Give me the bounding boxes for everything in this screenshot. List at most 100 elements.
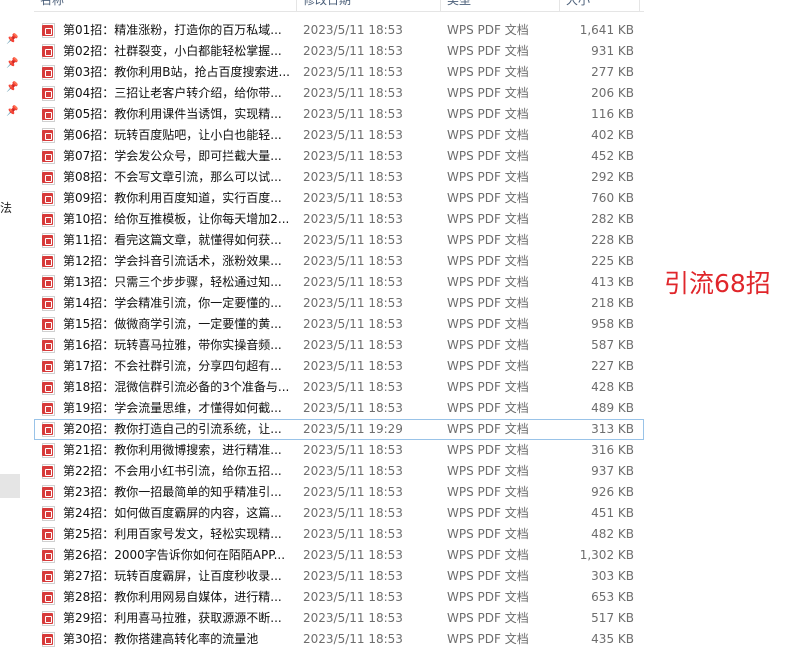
- file-name-cell[interactable]: 第22招：不会用小红书引流，给你五招...: [42, 461, 292, 482]
- file-name-cell[interactable]: 第19招：学会流量思维，才懂得如何截...: [42, 398, 292, 419]
- file-name-cell[interactable]: 第16招：玩转喜马拉雅，带你实操音频...: [42, 335, 292, 356]
- file-row[interactable]: 第30招：教你搭建高转化率的流量池 2023/5/11 18:53 WPS PDF …: [34, 629, 644, 650]
- file-row[interactable]: 第09招：教你利用百度知道，实行百度... 2023/5/11 18:53 WPS …: [34, 188, 644, 209]
- file-type: WPS PDF 文档: [447, 338, 529, 352]
- file-name-cell[interactable]: 第04招：三招让老客户转介绍，给你带...: [42, 83, 292, 104]
- column-divider[interactable]: [639, 0, 640, 11]
- file-row[interactable]: 第01招：精准涨粉，打造你的百万私域... 2023/5/11 18:53 WPS …: [34, 20, 644, 41]
- file-type: WPS PDF 文档: [447, 359, 529, 373]
- column-header-size[interactable]: 大小: [560, 0, 638, 11]
- file-name-cell[interactable]: 第06招：玩转百度贴吧，让小白也能轻...: [42, 125, 292, 146]
- file-row[interactable]: 第23招：教你一招最简单的知乎精准引... 2023/5/11 18:53 WPS …: [34, 482, 644, 503]
- file-name-cell[interactable]: 第20招：教你打造自己的引流系统，让...: [42, 419, 292, 440]
- file-name-cell[interactable]: 第28招：教你利用网易自媒体，进行精...: [42, 587, 292, 608]
- file-row[interactable]: 第19招：学会流量思维，才懂得如何截... 2023/5/11 18:53 WPS …: [34, 398, 644, 419]
- file-row[interactable]: 第21招：教你利用微博搜索，进行精准... 2023/5/11 18:53 WPS …: [34, 440, 644, 461]
- file-row[interactable]: 第07招：学会发公众号，即可拦截大量... 2023/5/11 18:53 WPS …: [34, 146, 644, 167]
- file-row[interactable]: 第28招：教你利用网易自媒体，进行精... 2023/5/11 18:53 WPS …: [34, 587, 644, 608]
- file-name-cell[interactable]: 第15招：做微商学引流，一定要懂的黄...: [42, 314, 292, 335]
- file-size: 958 KB: [591, 317, 634, 331]
- file-row[interactable]: 第14招：学会精准引流，你一定要懂的... 2023/5/11 18:53 WPS …: [34, 293, 644, 314]
- file-modified-date: 2023/5/11 18:53: [303, 380, 403, 394]
- pin-icon[interactable]: 📌: [6, 58, 18, 70]
- file-name-cell[interactable]: 第01招：精准涨粉，打造你的百万私域...: [42, 20, 292, 41]
- file-row[interactable]: 第05招：教你利用课件当诱饵，实现精... 2023/5/11 18:53 WPS …: [34, 104, 644, 125]
- file-name-cell[interactable]: 第18招：混微信群引流必备的3个准备与...: [42, 377, 292, 398]
- file-row[interactable]: 第25招：利用百家号发文，轻松实现精... 2023/5/11 18:53 WPS …: [34, 524, 644, 545]
- file-name-cell[interactable]: 第30招：教你搭建高转化率的流量池: [42, 629, 292, 650]
- file-name: 第15招：做微商学引流，一定要懂的黄...: [63, 317, 282, 331]
- file-row[interactable]: 第18招：混微信群引流必备的3个准备与... 2023/5/11 18:53 WPS…: [34, 377, 644, 398]
- file-name-cell[interactable]: 第07招：学会发公众号，即可拦截大量...: [42, 146, 292, 167]
- file-row[interactable]: 第04招：三招让老客户转介绍，给你带... 2023/5/11 18:53 WPS …: [34, 83, 644, 104]
- file-row[interactable]: 第15招：做微商学引流，一定要懂的黄... 2023/5/11 18:53 WPS …: [34, 314, 644, 335]
- file-modified-date: 2023/5/11 18:53: [303, 296, 403, 310]
- file-row[interactable]: 第03招：教你利用B站，抢占百度搜索进... 2023/5/11 18:53 WPS…: [34, 62, 644, 83]
- pin-icon[interactable]: 📌: [6, 34, 18, 46]
- file-size: 225 KB: [591, 254, 634, 268]
- file-row[interactable]: 第10招：给你互推模板，让你每天增加2... 2023/5/11 18:53 WPS…: [34, 209, 644, 230]
- nav-selected-item[interactable]: [0, 474, 20, 498]
- file-name-cell[interactable]: 第29招：利用喜马拉雅，获取源源不断...: [42, 608, 292, 629]
- file-name-cell[interactable]: 第21招：教你利用微博搜索，进行精准...: [42, 440, 292, 461]
- pdf-file-icon: [42, 170, 55, 185]
- file-row[interactable]: 第26招：2000字告诉你如何在陌陌APP... 2023/5/11 18:53 W…: [34, 545, 644, 566]
- pin-icon[interactable]: 📌: [6, 82, 18, 94]
- file-row[interactable]: 第24招：如何做百度霸屏的内容，这篇... 2023/5/11 18:53 WPS …: [34, 503, 644, 524]
- column-header-date[interactable]: 修改日期: [297, 0, 440, 11]
- file-type: WPS PDF 文档: [447, 254, 529, 268]
- file-name-cell[interactable]: 第13招：只需三个步步骤，轻松通过知...: [42, 272, 292, 293]
- nav-item-partial-label[interactable]: 法: [0, 199, 12, 216]
- file-name-cell[interactable]: 第11招：看完这篇文章，就懂得如何获...: [42, 230, 292, 251]
- file-name-cell[interactable]: 第05招：教你利用课件当诱饵，实现精...: [42, 104, 292, 125]
- file-size: 316 KB: [591, 443, 634, 457]
- file-name-cell[interactable]: 第03招：教你利用B站，抢占百度搜索进...: [42, 62, 292, 83]
- file-row[interactable]: 第02招：社群裂变，小白都能轻松掌握... 2023/5/11 18:53 WPS …: [34, 41, 644, 62]
- file-name: 第12招：学会抖音引流话术，涨粉效果...: [63, 254, 282, 268]
- file-row[interactable]: 第13招：只需三个步步骤，轻松通过知... 2023/5/11 18:53 WPS …: [34, 272, 644, 293]
- file-type: WPS PDF 文档: [447, 569, 529, 583]
- file-row[interactable]: 第16招：玩转喜马拉雅，带你实操音频... 2023/5/11 18:53 WPS …: [34, 335, 644, 356]
- file-row[interactable]: 第22招：不会用小红书引流，给你五招... 2023/5/11 18:53 WPS …: [34, 461, 644, 482]
- file-name-cell[interactable]: 第12招：学会抖音引流话术，涨粉效果...: [42, 251, 292, 272]
- file-name: 第13招：只需三个步步骤，轻松通过知...: [63, 275, 282, 289]
- pin-icon[interactable]: 📌: [6, 106, 18, 118]
- pdf-file-icon: [42, 401, 55, 416]
- file-row[interactable]: 第27招：玩转百度霸屏，让百度秒收录... 2023/5/11 18:53 WPS …: [34, 566, 644, 587]
- file-name: 第16招：玩转喜马拉雅，带你实操音频...: [63, 338, 282, 352]
- file-row[interactable]: 第06招：玩转百度贴吧，让小白也能轻... 2023/5/11 18:53 WPS …: [34, 125, 644, 146]
- file-name-cell[interactable]: 第02招：社群裂变，小白都能轻松掌握...: [42, 41, 292, 62]
- overlay-title-label: 引流68招: [664, 269, 771, 298]
- file-name-cell[interactable]: 第27招：玩转百度霸屏，让百度秒收录...: [42, 566, 292, 587]
- column-header-name[interactable]: 名称: [34, 0, 296, 11]
- file-name-cell[interactable]: 第09招：教你利用百度知道，实行百度...: [42, 188, 292, 209]
- file-name-cell[interactable]: 第25招：利用百家号发文，轻松实现精...: [42, 524, 292, 545]
- pdf-file-icon: [42, 128, 55, 143]
- file-name-cell[interactable]: 第26招：2000字告诉你如何在陌陌APP...: [42, 545, 292, 566]
- file-modified-date: 2023/5/11 18:53: [303, 170, 403, 184]
- file-name: 第19招：学会流量思维，才懂得如何截...: [63, 401, 282, 415]
- column-header: 名称 修改日期 类型 大小: [34, 0, 644, 12]
- file-name-cell[interactable]: 第10招：给你互推模板，让你每天增加2...: [42, 209, 292, 230]
- file-type: WPS PDF 文档: [447, 149, 529, 163]
- file-size: 313 KB: [591, 422, 634, 436]
- file-type: WPS PDF 文档: [447, 107, 529, 121]
- file-row[interactable]: 第20招：教你打造自己的引流系统，让... 2023/5/11 19:29 WPS …: [34, 419, 644, 440]
- file-name-cell[interactable]: 第14招：学会精准引流，你一定要懂的...: [42, 293, 292, 314]
- file-row[interactable]: 第11招：看完这篇文章，就懂得如何获... 2023/5/11 18:53 WPS …: [34, 230, 644, 251]
- file-row[interactable]: 第12招：学会抖音引流话术，涨粉效果... 2023/5/11 18:53 WPS …: [34, 251, 644, 272]
- file-name-cell[interactable]: 第24招：如何做百度霸屏的内容，这篇...: [42, 503, 292, 524]
- file-row[interactable]: 第29招：利用喜马拉雅，获取源源不断... 2023/5/11 18:53 WPS …: [34, 608, 644, 629]
- file-type: WPS PDF 文档: [447, 380, 529, 394]
- pdf-file-icon: [42, 611, 55, 626]
- file-modified-date: 2023/5/11 18:53: [303, 506, 403, 520]
- file-type: WPS PDF 文档: [447, 611, 529, 625]
- column-header-type[interactable]: 类型: [441, 0, 559, 11]
- file-name-cell[interactable]: 第23招：教你一招最简单的知乎精准引...: [42, 482, 292, 503]
- file-name: 第06招：玩转百度贴吧，让小白也能轻...: [63, 128, 282, 142]
- file-row[interactable]: 第08招：不会写文章引流，那么可以试... 2023/5/11 18:53 WPS …: [34, 167, 644, 188]
- file-name-cell[interactable]: 第08招：不会写文章引流，那么可以试...: [42, 167, 292, 188]
- file-row[interactable]: 第17招：不会社群引流，分享四句超有... 2023/5/11 18:53 WPS …: [34, 356, 644, 377]
- file-type: WPS PDF 文档: [447, 44, 529, 58]
- file-name-cell[interactable]: 第17招：不会社群引流，分享四句超有...: [42, 356, 292, 377]
